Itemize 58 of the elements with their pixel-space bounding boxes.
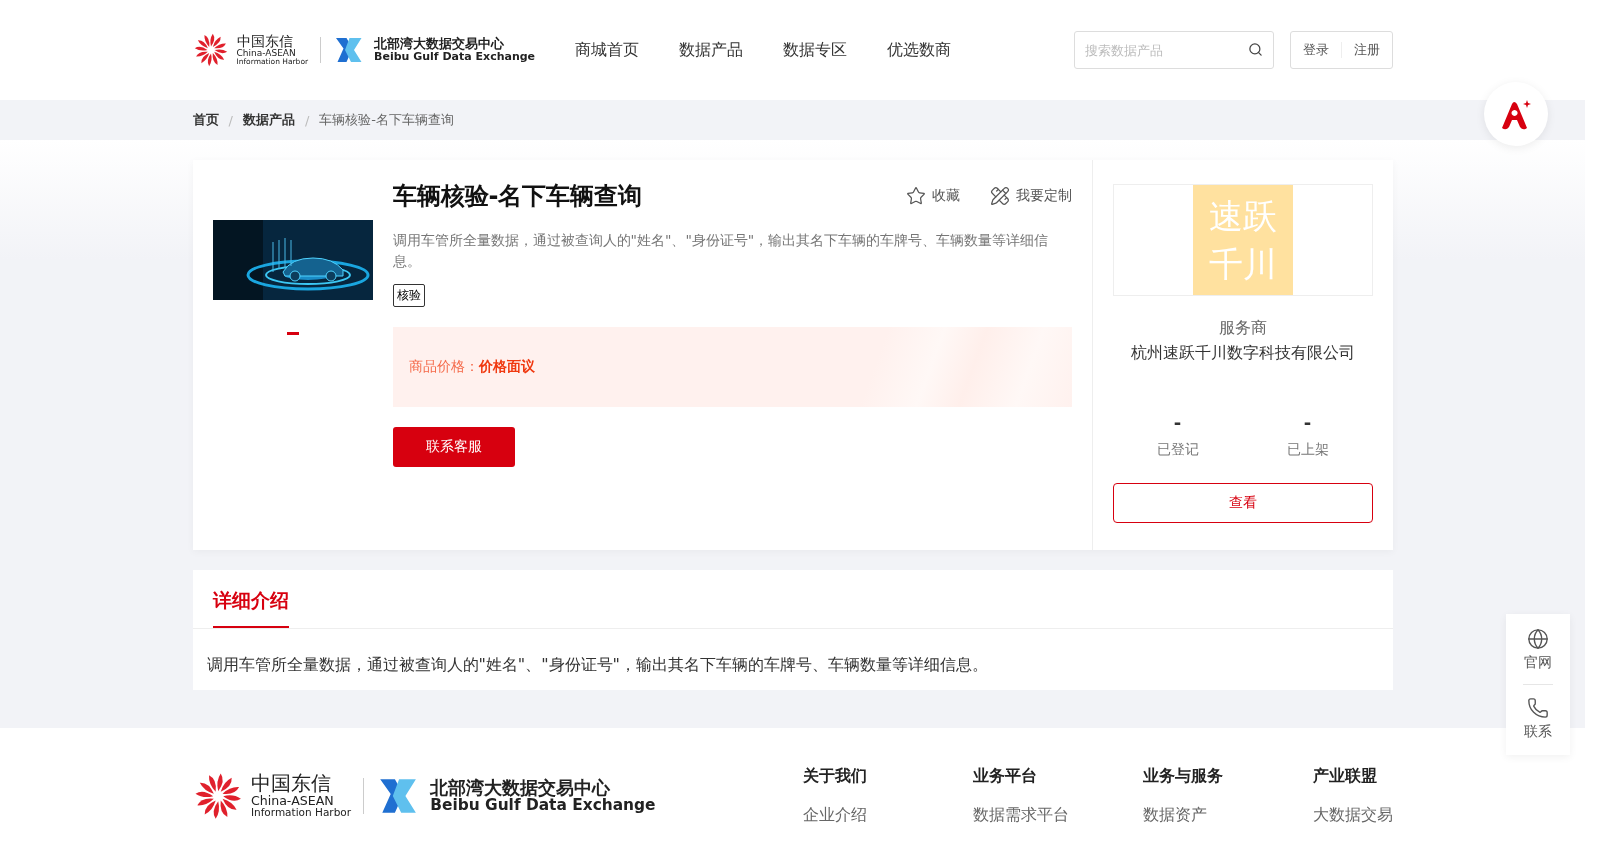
sparkle-a-icon — [1499, 98, 1533, 130]
stat-label: 已登记 — [1156, 441, 1199, 459]
brand-subtitle: Beibu Gulf Data Exchange — [430, 797, 656, 814]
brand-name: 北部湾大数据交易中心 — [430, 778, 611, 798]
footer-link[interactable]: 数据资产 — [1142, 805, 1313, 826]
pencil-ruler-icon — [989, 186, 1010, 206]
breadcrumb-separator: / — [228, 112, 233, 128]
provider-logo-text: 速跃 — [1208, 195, 1277, 238]
brand-subtitle: Beibu Gulf Data Exchange — [374, 51, 536, 63]
flower-logo-icon — [192, 32, 229, 68]
nav-link[interactable]: 商城首页 — [575, 39, 640, 61]
contact-button[interactable]: 联系客服 — [392, 427, 515, 467]
product-tag: 核验 — [392, 284, 425, 307]
brand-name: 中国东信 — [236, 34, 293, 49]
product-description: 调用车管所全量数据，通过被查询人的"姓名"、"身份证号"，输出其名下车辆的车牌号、车辆数量等详细信息。 — [392, 231, 1050, 271]
nav-link[interactable]: 数据产品 — [679, 39, 744, 61]
price-value: 价格面议 — [478, 358, 535, 376]
detail-tab[interactable]: 详细介绍 — [212, 570, 289, 628]
breadcrumb-item[interactable]: 首页 — [192, 111, 219, 129]
stat-value: - — [1173, 412, 1182, 433]
search-field[interactable]: 搜索数据产品 — [1073, 31, 1274, 69]
view-button[interactable]: 查看 — [1112, 483, 1373, 523]
globe-icon — [1527, 628, 1549, 650]
provider-name: 杭州速跃千川数字科技有限公司 — [1130, 343, 1355, 364]
page-title: 车辆核验-名下车辆查询 — [319, 111, 454, 129]
product-title: 车辆核验-名下车辆查询 — [392, 181, 644, 212]
brand-subtitle: Information Harbor — [250, 807, 352, 819]
breadcrumb-item[interactable]: 数据产品 — [242, 111, 295, 129]
star-icon — [905, 186, 926, 206]
stat-label: 已上架 — [1286, 441, 1329, 459]
side-tool-link[interactable]: 官网 — [1524, 624, 1552, 676]
brand-subtitle: China-ASEAN — [236, 48, 297, 58]
footer-heading: 业务平台 — [972, 766, 1038, 787]
breadcrumb-separator: / — [304, 112, 310, 128]
detail-text: 调用车管所全量数据，通过被查询人的"姓名"、"身份证号"，输出其名下车辆的车牌号、车辆数量等详细信息。 — [205, 654, 989, 676]
footer-heading: 关于我们 — [802, 766, 868, 787]
carousel-indicator[interactable] — [286, 332, 299, 335]
favorite-link[interactable]: 收藏 — [905, 186, 960, 206]
footer-link[interactable]: 大数据交易 — [1312, 805, 1393, 826]
footer-link[interactable]: 企业介绍 — [802, 805, 973, 826]
login-link[interactable]: 登录 — [1302, 41, 1329, 59]
brand-subtitle: China-ASEAN — [250, 794, 334, 808]
register-link[interactable]: 注册 — [1353, 41, 1380, 59]
price-label: 商品价格： — [408, 358, 479, 376]
footer-heading: 产业联盟 — [1312, 766, 1378, 787]
provider-label: 服务商 — [1218, 318, 1267, 339]
nav-link[interactable]: 数据专区 — [783, 39, 848, 61]
nav-link[interactable]: 优选数商 — [887, 39, 952, 61]
search-icon[interactable] — [1247, 42, 1263, 57]
side-tool-link[interactable]: 联系 — [1524, 693, 1552, 745]
brand-name: 中国东信 — [250, 773, 332, 795]
provider-logo-text: 千川 — [1208, 243, 1277, 286]
footer-heading: 业务与服务 — [1142, 766, 1224, 787]
stat-value: - — [1303, 412, 1312, 433]
customize-link[interactable]: 我要定制 — [989, 186, 1072, 206]
brand-name: 北部湾大数据交易中心 — [374, 37, 506, 52]
footer-link[interactable]: 数据需求平台 — [972, 805, 1143, 826]
phone-icon — [1527, 697, 1549, 719]
